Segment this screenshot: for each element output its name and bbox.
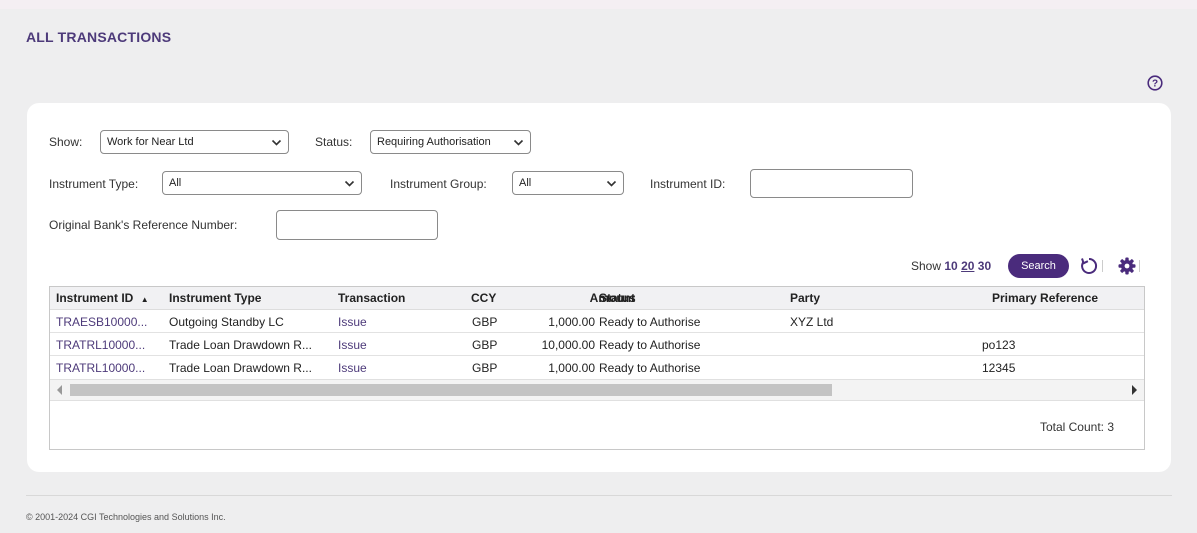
instrument-id-link[interactable]: TRATRL10000... xyxy=(56,361,145,375)
instrument-group-select[interactable]: All xyxy=(512,171,624,195)
status-cell: Ready to Authorise xyxy=(599,338,701,352)
status-label: Status: xyxy=(315,135,353,149)
footer-divider xyxy=(26,495,1172,496)
page-size-selector: Show 10 20 30 xyxy=(911,259,991,273)
svg-text:?: ? xyxy=(1152,79,1158,90)
instrument-group-value: All xyxy=(519,177,532,189)
instrument-id-label: Instrument ID: xyxy=(650,177,726,191)
instrument-id-link[interactable]: TRATRL10000... xyxy=(56,338,145,352)
chevron-down-icon xyxy=(606,180,617,187)
instrument-type-label: Instrument Type: xyxy=(49,177,139,191)
page-size-30[interactable]: 30 xyxy=(978,259,991,273)
row-divider xyxy=(50,332,1144,333)
page-title: ALL TRANSACTIONS xyxy=(26,29,172,45)
table-header: Instrument ID ▲ Instrument Type Transact… xyxy=(50,287,1144,310)
copyright: © 2001-2024 CGI Technologies and Solutio… xyxy=(26,512,226,522)
total-count: Total Count: 3 xyxy=(1039,420,1114,434)
instrument-type-value: All xyxy=(169,177,182,189)
amount-cell: 1,000.00 xyxy=(548,315,595,329)
col-instrument-type[interactable]: Instrument Type xyxy=(169,291,261,305)
col-primary-reference[interactable]: Primary Reference xyxy=(992,291,1098,305)
instrument-id-input[interactable] xyxy=(750,169,913,198)
instrument-id-link[interactable]: TRAESB10000... xyxy=(56,315,147,329)
search-button[interactable]: Search xyxy=(1008,254,1069,278)
scrollbar-thumb[interactable] xyxy=(70,384,832,396)
instrument-type-cell: Outgoing Standby LC xyxy=(169,315,284,329)
transactions-table: Instrument ID ▲ Instrument Type Transact… xyxy=(49,286,1145,450)
top-bar xyxy=(0,0,1197,9)
col-ccy[interactable]: CCY xyxy=(471,291,496,305)
ccy-cell: GBP xyxy=(472,361,498,375)
col-instrument-id[interactable]: Instrument ID ▲ xyxy=(56,291,149,305)
instrument-type-cell: Trade Loan Drawdown R... xyxy=(169,361,312,375)
transaction-link[interactable]: Issue xyxy=(338,315,367,329)
show-select-value: Work for Near Ltd xyxy=(107,136,194,148)
page-size-20[interactable]: 20 xyxy=(961,259,974,273)
status-select[interactable]: Requiring Authorisation xyxy=(370,130,531,154)
bank-ref-label: Original Bank's Reference Number: xyxy=(49,218,238,232)
toolbar-divider xyxy=(1139,260,1140,272)
col-status[interactable]: Status xyxy=(599,291,636,305)
party-cell: XYZ Ltd xyxy=(790,315,834,329)
help-icon[interactable]: ? xyxy=(1147,75,1163,91)
transaction-link[interactable]: Issue xyxy=(338,338,367,352)
toolbar-divider xyxy=(1102,260,1103,272)
chevron-down-icon xyxy=(344,180,355,187)
amount-cell: 1,000.00 xyxy=(548,361,595,375)
col-transaction[interactable]: Transaction xyxy=(338,291,405,305)
chevron-down-icon xyxy=(513,139,524,146)
bank-ref-input[interactable] xyxy=(276,210,438,240)
gear-icon[interactable] xyxy=(1117,256,1137,276)
col-party[interactable]: Party xyxy=(790,291,820,305)
status-cell: Ready to Authorise xyxy=(599,315,701,329)
sort-asc-icon: ▲ xyxy=(140,295,149,304)
ccy-cell: GBP xyxy=(472,315,498,329)
primary-reference-cell: po123 xyxy=(982,338,1016,352)
scroll-left-arrow-icon[interactable] xyxy=(57,385,62,395)
primary-reference-cell: 12345 xyxy=(982,361,1016,375)
chevron-down-icon xyxy=(271,139,282,146)
page-size-10[interactable]: 10 xyxy=(944,259,957,273)
page-size-label: Show xyxy=(911,259,942,273)
instrument-type-select[interactable]: All xyxy=(162,171,362,195)
row-divider xyxy=(50,355,1144,356)
ccy-cell: GBP xyxy=(472,338,498,352)
scroll-right-arrow-icon[interactable] xyxy=(1132,385,1137,395)
amount-cell: 10,000.00 xyxy=(541,338,595,352)
transaction-link[interactable]: Issue xyxy=(338,361,367,375)
status-cell: Ready to Authorise xyxy=(599,361,701,375)
show-select[interactable]: Work for Near Ltd xyxy=(100,130,289,154)
transactions-panel: Show: Work for Near Ltd Status: Requirin… xyxy=(27,103,1171,472)
refresh-icon[interactable] xyxy=(1079,256,1099,276)
instrument-type-cell: Trade Loan Drawdown R... xyxy=(169,338,312,352)
show-label: Show: xyxy=(49,135,83,149)
horizontal-scrollbar[interactable] xyxy=(50,379,1144,401)
instrument-group-label: Instrument Group: xyxy=(390,177,487,191)
status-select-value: Requiring Authorisation xyxy=(377,136,491,148)
